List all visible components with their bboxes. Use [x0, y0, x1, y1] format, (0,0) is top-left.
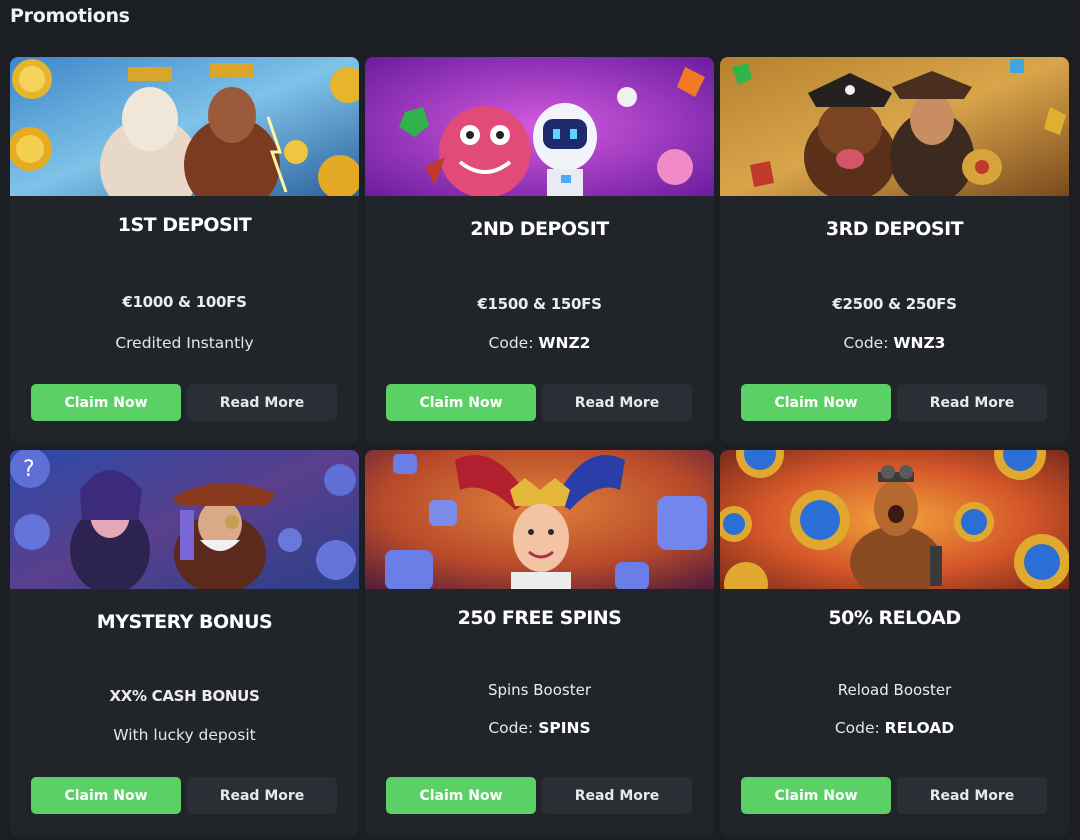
promo-description: Spins Booster — [487, 681, 592, 699]
promo-card-reload: 50% RELOAD Reload Booster Code: RELOAD C… — [720, 450, 1069, 836]
promo-title: MYSTERY BONUS — [96, 611, 273, 633]
claim-now-button[interactable]: Claim Now — [31, 777, 181, 814]
promo-banner-image[interactable] — [365, 57, 714, 196]
promo-bonus-amount: €2500 & 250FS — [832, 295, 957, 313]
promo-code: WNZ2 — [538, 334, 591, 352]
promo-code-label: Code: — [488, 334, 534, 352]
promo-code: WNZ3 — [893, 334, 946, 352]
page-title: Promotions — [10, 5, 130, 27]
promo-bonus-amount: €1000 & 100FS — [122, 293, 247, 311]
promo-title: 250 FREE SPINS — [457, 607, 622, 629]
claim-now-button[interactable]: Claim Now — [741, 384, 891, 421]
promo-description: Reload Booster — [837, 681, 952, 699]
promo-card-free-spins: 250 FREE SPINS Spins Booster Code: SPINS… — [365, 450, 714, 836]
claim-now-button[interactable]: Claim Now — [31, 384, 181, 421]
promo-banner-image[interactable] — [720, 57, 1069, 196]
promo-banner-image[interactable] — [365, 450, 714, 589]
promo-card-1st-deposit: 1ST DEPOSIT €1000 & 100FS Credited Insta… — [10, 57, 359, 443]
promo-code-line: Code: WNZ3 — [720, 334, 1069, 352]
read-more-button[interactable]: Read More — [187, 384, 337, 421]
promo-bonus-amount: XX% CASH BONUS — [109, 687, 260, 705]
promo-title: 3RD DEPOSIT — [825, 218, 964, 240]
promo-banner-image[interactable]: ? — [10, 450, 359, 589]
promo-code-line: Code: WNZ2 — [365, 334, 714, 352]
promo-card-2nd-deposit: 2ND DEPOSIT €1500 & 150FS Code: WNZ2 Cla… — [365, 57, 714, 443]
read-more-button[interactable]: Read More — [187, 777, 337, 814]
claim-now-button[interactable]: Claim Now — [386, 384, 536, 421]
promo-code-line: Code: RELOAD — [720, 719, 1069, 737]
promo-code-label: Code: — [488, 719, 534, 737]
promo-description: Credited Instantly — [115, 334, 254, 352]
promo-title: 50% RELOAD — [828, 607, 961, 629]
promo-code: RELOAD — [884, 719, 955, 737]
read-more-button[interactable]: Read More — [542, 777, 692, 814]
read-more-button[interactable]: Read More — [897, 384, 1047, 421]
promo-banner-image[interactable] — [10, 57, 359, 196]
promo-code-line: Code: SPINS — [365, 719, 714, 737]
promo-code-label: Code: — [843, 334, 889, 352]
promo-card-mystery-bonus: ? MYSTERY BONUS XX% CASH BONUS With luck… — [10, 450, 359, 836]
read-more-button[interactable]: Read More — [897, 777, 1047, 814]
promo-code-label: Code: — [834, 719, 880, 737]
promo-title: 1ST DEPOSIT — [117, 214, 252, 236]
claim-now-button[interactable]: Claim Now — [386, 777, 536, 814]
promo-code: SPINS — [538, 719, 591, 737]
promo-banner-image[interactable] — [720, 450, 1069, 589]
read-more-button[interactable]: Read More — [542, 384, 692, 421]
promo-bonus-amount: €1500 & 150FS — [477, 295, 602, 313]
promo-title: 2ND DEPOSIT — [470, 218, 609, 240]
svg-text:?: ? — [23, 457, 35, 482]
promo-description: With lucky deposit — [113, 726, 256, 744]
promo-card-3rd-deposit: 3RD DEPOSIT €2500 & 250FS Code: WNZ3 Cla… — [720, 57, 1069, 443]
claim-now-button[interactable]: Claim Now — [741, 777, 891, 814]
promotions-grid: 1ST DEPOSIT €1000 & 100FS Credited Insta… — [10, 57, 1070, 836]
